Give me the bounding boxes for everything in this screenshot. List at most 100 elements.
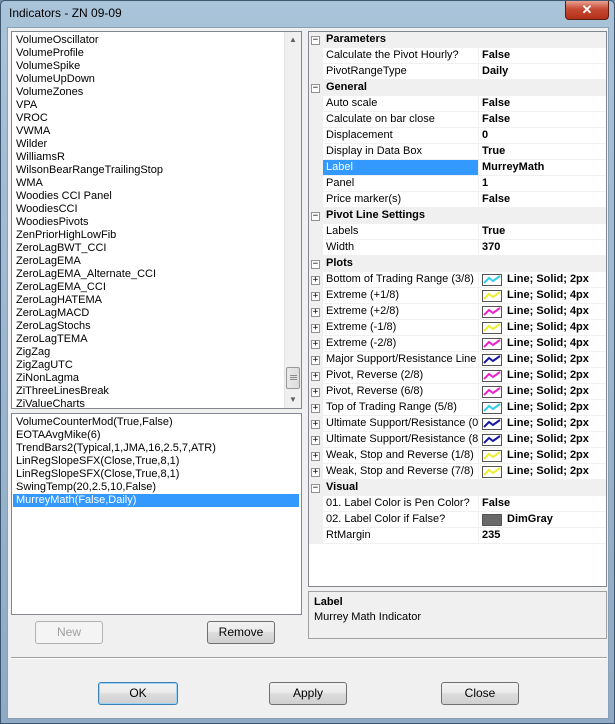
available-indicators-list[interactable]: ZiValueCharts ZiThreeLinesBreak ZiNonLagma… (11, 31, 302, 409)
expand-property-icon[interactable]: + (311, 420, 320, 429)
property-value[interactable]: False (479, 48, 606, 64)
window-close-button[interactable]: ✕ (565, 1, 609, 20)
property-row[interactable]: 01. Label Color is Pen Color? False (309, 496, 606, 512)
property-name[interactable]: PivotRangeType (323, 64, 479, 80)
property-name[interactable]: Auto scale (323, 96, 479, 112)
property-value[interactable]: True (479, 144, 606, 160)
property-name[interactable]: Ultimate Support/Resistance (8/8) (323, 432, 479, 448)
new-button[interactable]: New (35, 621, 103, 644)
property-name[interactable]: Extreme (+2/8) (323, 304, 479, 320)
property-name[interactable]: Calculate the Pivot Hourly? (323, 48, 479, 64)
indicator-list-item[interactable]: WoodiesPivots (16, 216, 89, 229)
collapse-category-icon[interactable]: − (311, 36, 320, 45)
indicator-list-item[interactable]: ZeroLagStochs (16, 320, 91, 333)
applied-indicator-item[interactable]: LinRegSlopeSFX(Close,True,8,1) (13, 468, 299, 481)
indicator-list-item[interactable]: ZiThreeLinesBreak (16, 385, 109, 398)
property-row[interactable]: Price marker(s) False (309, 192, 606, 208)
property-value[interactable]: MurreyMath (479, 160, 606, 176)
property-name[interactable]: Label (323, 160, 479, 176)
property-value[interactable]: Line; Solid; 2px (479, 400, 606, 416)
category-header[interactable]: − General (309, 80, 606, 96)
property-name[interactable]: Calculate on bar close (323, 112, 479, 128)
property-name[interactable]: Extreme (-2/8) (323, 336, 479, 352)
indicator-list-item[interactable]: ZeroLagEMA_CCI (16, 281, 106, 294)
property-value[interactable]: Line; Solid; 4px (479, 304, 606, 320)
indicator-list-item[interactable]: Wilder (16, 138, 47, 151)
property-value[interactable]: Line; Solid; 2px (479, 464, 606, 480)
property-row[interactable]: Auto scale False (309, 96, 606, 112)
applied-indicator-item[interactable]: TrendBars2(Typical,1,JMA,16,2.5,7,ATR) (13, 442, 299, 455)
indicator-list-item[interactable]: VolumeOscillator (16, 34, 99, 47)
property-name[interactable]: Top of Trading Range (5/8) (323, 400, 479, 416)
applied-indicator-item[interactable]: SwingTemp(20,2.5,10,False) (13, 481, 299, 494)
property-row[interactable]: + Major Support/Resistance Line Line; Soli… (309, 352, 606, 368)
property-row[interactable]: Display in Data Box True (309, 144, 606, 160)
category-header[interactable]: − Plots (309, 256, 606, 272)
collapse-category-icon[interactable]: − (311, 484, 320, 493)
expand-property-icon[interactable]: + (311, 324, 320, 333)
indicator-list-item[interactable]: ZeroLagBWT_CCI (16, 242, 106, 255)
expand-property-icon[interactable]: + (311, 340, 320, 349)
indicator-list-item[interactable]: VWMA (16, 125, 50, 138)
property-value[interactable]: Daily (479, 64, 606, 80)
expand-property-icon[interactable]: + (311, 436, 320, 445)
remove-button[interactable]: Remove (207, 621, 275, 644)
expand-property-icon[interactable]: + (311, 388, 320, 397)
property-row[interactable]: + Bottom of Trading Range (3/8) Line; Soli… (309, 272, 606, 288)
expand-property-icon[interactable]: + (311, 292, 320, 301)
expand-property-icon[interactable]: + (311, 452, 320, 461)
property-value[interactable]: DimGray (479, 512, 606, 528)
property-row[interactable]: + Top of Trading Range (5/8) Line; Solid; … (309, 400, 606, 416)
property-name[interactable]: Pivot, Reverse (2/8) (323, 368, 479, 384)
applied-indicator-item[interactable]: MurreyMath(False,Daily) (13, 494, 299, 507)
indicator-list-item[interactable]: VolumeUpDown (16, 73, 95, 86)
indicator-list-item[interactable]: VPA (16, 99, 37, 112)
expand-property-icon[interactable]: + (311, 308, 320, 317)
category-header[interactable]: − Parameters (309, 32, 606, 48)
property-row[interactable]: Calculate on bar close False (309, 112, 606, 128)
property-row[interactable]: RtMargin 235 (309, 528, 606, 544)
property-name[interactable]: Labels (323, 224, 479, 240)
indicator-list-item[interactable]: ZigZag (16, 346, 50, 359)
property-value[interactable]: Line; Solid; 4px (479, 320, 606, 336)
property-value[interactable]: Line; Solid; 4px (479, 336, 606, 352)
property-name[interactable]: Extreme (-1/8) (323, 320, 479, 336)
ok-button[interactable]: OK (98, 682, 178, 705)
scroll-thumb[interactable] (286, 367, 300, 389)
property-row[interactable]: Width 370 (309, 240, 606, 256)
property-row[interactable]: PivotRangeType Daily (309, 64, 606, 80)
property-row[interactable]: + Pivot, Reverse (2/8) Line; Solid; 2px (309, 368, 606, 384)
indicator-list-item[interactable]: ZeroLagHATEMA (16, 294, 102, 307)
indicator-list-item[interactable]: ZenPriorHighLowFib (16, 229, 116, 242)
property-row[interactable]: + Ultimate Support/Resistance (8/8) Line; … (309, 432, 606, 448)
indicator-list-item[interactable]: VolumeProfile (16, 47, 84, 60)
property-name[interactable]: Displacement (323, 128, 479, 144)
property-name[interactable]: Width (323, 240, 479, 256)
expand-property-icon[interactable]: + (311, 356, 320, 365)
property-row[interactable]: + Pivot, Reverse (6/8) Line; Solid; 2px (309, 384, 606, 400)
expand-property-icon[interactable]: + (311, 468, 320, 477)
property-row[interactable]: Labels True (309, 224, 606, 240)
property-name[interactable]: Bottom of Trading Range (3/8) (323, 272, 479, 288)
property-value[interactable]: Line; Solid; 2px (479, 416, 606, 432)
property-name[interactable]: Weak, Stop and Reverse (1/8) (323, 448, 479, 464)
property-value[interactable]: 0 (479, 128, 606, 144)
expand-property-icon[interactable]: + (311, 404, 320, 413)
applied-indicator-item[interactable]: EOTAAvgMike(6) (13, 429, 299, 442)
indicator-list-item[interactable]: ZeroLagMACD (16, 307, 89, 320)
property-row[interactable]: Label MurreyMath (309, 160, 606, 176)
property-value[interactable]: Line; Solid; 2px (479, 368, 606, 384)
property-row[interactable]: Panel 1 (309, 176, 606, 192)
collapse-category-icon[interactable]: − (311, 212, 320, 221)
property-value[interactable]: 1 (479, 176, 606, 192)
indicator-list-item[interactable]: Woodies CCI Panel (16, 190, 112, 203)
property-name[interactable]: Extreme (+1/8) (323, 288, 479, 304)
property-row[interactable]: + Extreme (-2/8) Line; Solid; 4px (309, 336, 606, 352)
property-name[interactable]: RtMargin (323, 528, 479, 544)
property-value[interactable]: Line; Solid; 2px (479, 272, 606, 288)
indicator-list-item[interactable]: VolumeSpike (16, 60, 80, 73)
property-row[interactable]: Calculate the Pivot Hourly? False (309, 48, 606, 64)
property-name[interactable]: Display in Data Box (323, 144, 479, 160)
property-row[interactable]: + Weak, Stop and Reverse (1/8) Line; Solid… (309, 448, 606, 464)
indicator-list-item[interactable]: WilliamsR (16, 151, 65, 164)
